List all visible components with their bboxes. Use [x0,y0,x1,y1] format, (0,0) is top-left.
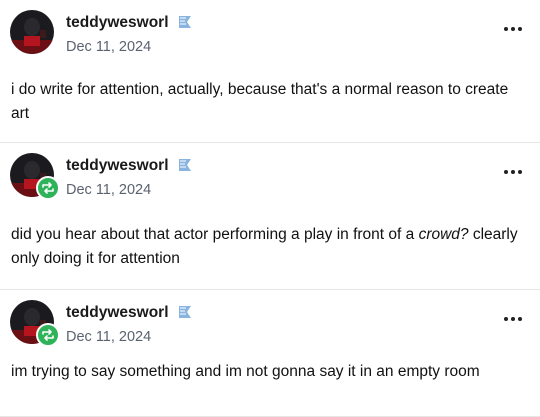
username[interactable]: teddywesworl [66,157,169,175]
pin-icon [176,14,194,32]
post: teddywesworl Dec 11, 2024 i do write for… [0,0,540,143]
post-text-italic: crowd? [418,226,469,243]
post-text: im trying to say something and im not go… [11,363,480,380]
post-text-part: did you hear about that actor performing… [11,226,419,243]
pin-icon [176,157,194,175]
post-date[interactable]: Dec 11, 2024 [66,329,151,345]
post: teddywesworl Dec 11, 2024 im trying to s… [0,290,540,417]
post: teddywesworl Dec 11, 2024 did you hear a… [0,143,540,290]
username[interactable]: teddywesworl [66,304,169,322]
more-options-icon[interactable] [504,170,522,174]
reblog-icon [36,323,60,347]
post-text: did you hear about that actor performing… [11,223,520,271]
post-text: i do write for attention, actually, beca… [11,81,509,122]
reblog-icon [36,176,60,200]
more-options-icon[interactable] [504,317,522,321]
pin-icon [176,304,194,322]
more-options-icon[interactable] [504,27,522,31]
post-date[interactable]: Dec 11, 2024 [66,182,151,198]
post-date[interactable]: Dec 11, 2024 [66,39,151,55]
avatar[interactable] [10,10,54,54]
username[interactable]: teddywesworl [66,14,169,32]
